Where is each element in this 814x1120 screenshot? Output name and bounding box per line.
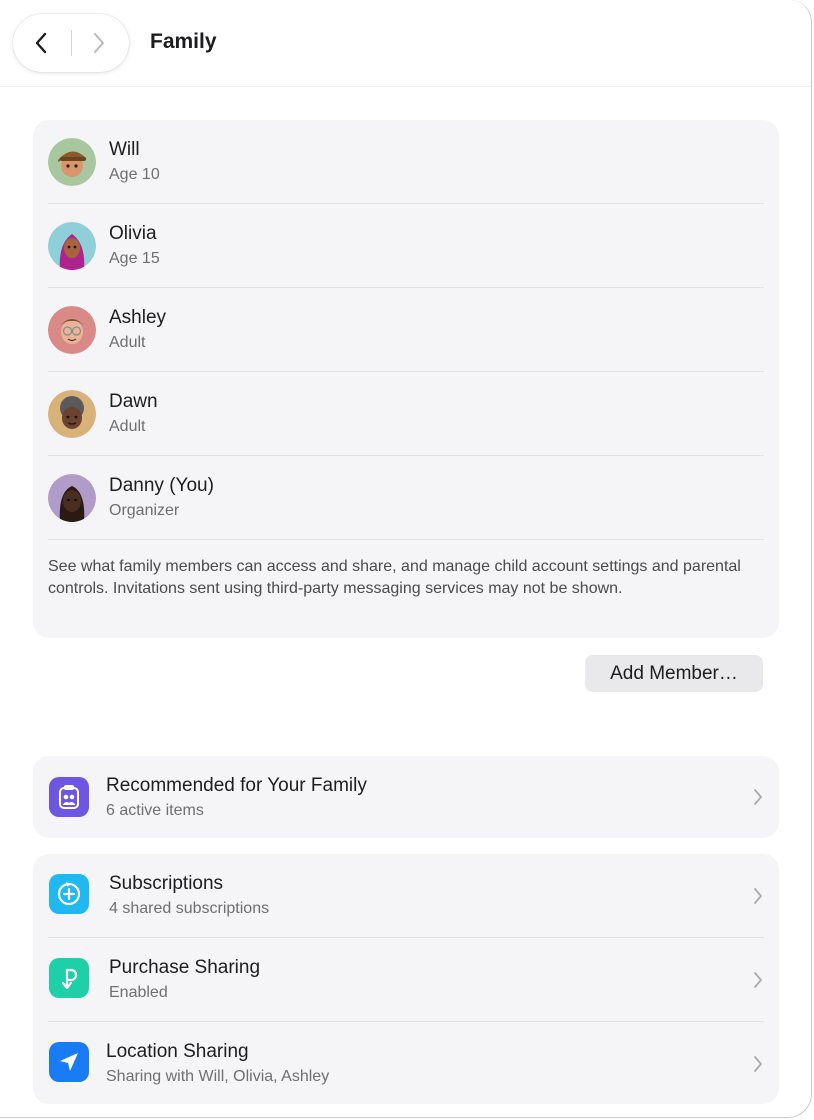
location-sharing-row[interactable]: Location Sharing Sharing with Will, Oliv… [33,1022,779,1104]
subscriptions-row[interactable]: Subscriptions 4 shared subscriptions [33,854,779,938]
member-name: Ashley [109,307,167,328]
member-name: Dawn [109,391,158,412]
avatar [48,390,96,438]
avatar [48,222,96,270]
family-checklist-icon [49,777,89,817]
member-row-dawn[interactable]: Dawn Adult [33,372,779,456]
purchase-sharing-row[interactable]: Purchase Sharing Enabled [33,938,779,1022]
chevron-right-icon [754,888,762,904]
forward-button[interactable] [71,14,127,72]
chevron-right-icon [754,789,762,805]
member-row-ashley[interactable]: Ashley Adult [33,288,779,372]
member-row-olivia[interactable]: Olivia Age 15 [33,204,779,288]
purchase-sharing-icon [49,958,89,998]
member-role: Adult [109,418,146,435]
page-title: Family [150,30,217,53]
row-separator [48,539,764,540]
chevron-left-icon [35,32,47,54]
navigation-control [13,14,129,72]
member-name: Danny (You) [109,475,214,496]
chevron-right-icon [94,33,104,53]
location-arrow-icon [49,1042,89,1082]
subscriptions-title: Subscriptions [109,873,224,894]
location-sharing-title: Location Sharing [106,1041,249,1062]
avatar [48,474,96,522]
member-row-will[interactable]: Will Age 10 [33,120,779,204]
member-name: Will [109,139,140,160]
recommended-title: Recommended for Your Family [106,775,367,796]
toolbar: Family [0,0,811,87]
recommended-subtitle: 6 active items [106,802,204,819]
member-role: Age 15 [109,250,160,267]
member-role: Age 10 [109,166,160,183]
family-members-card: Will Age 10 Olivia Age 15 Ashley Adult D… [33,120,779,638]
member-role: Adult [109,334,146,351]
member-role: Organizer [109,502,180,519]
sharing-services-card: Subscriptions 4 shared subscriptions Pur… [33,854,779,1104]
chevron-right-icon [754,972,762,988]
location-sharing-subtitle: Sharing with Will, Olivia, Ashley [106,1068,330,1085]
purchase-sharing-subtitle: Enabled [109,984,168,1001]
avatar [48,306,96,354]
chevron-right-icon [754,1056,762,1072]
family-settings-window: Family Will Age 10 Olivia Age 15 Ashley … [0,0,812,1118]
purchase-sharing-title: Purchase Sharing [109,957,261,978]
member-name: Olivia [109,223,157,244]
family-description: See what family members can access and s… [48,558,741,597]
subscriptions-icon [49,874,89,914]
back-button[interactable] [13,14,69,72]
recommended-card: Recommended for Your Family 6 active ite… [33,756,779,838]
member-row-danny[interactable]: Danny (You) Organizer [33,456,779,540]
add-member-button[interactable]: Add Member… [585,655,763,692]
recommended-row[interactable]: Recommended for Your Family 6 active ite… [33,756,779,838]
subscriptions-subtitle: 4 shared subscriptions [109,900,270,917]
avatar [48,138,96,186]
